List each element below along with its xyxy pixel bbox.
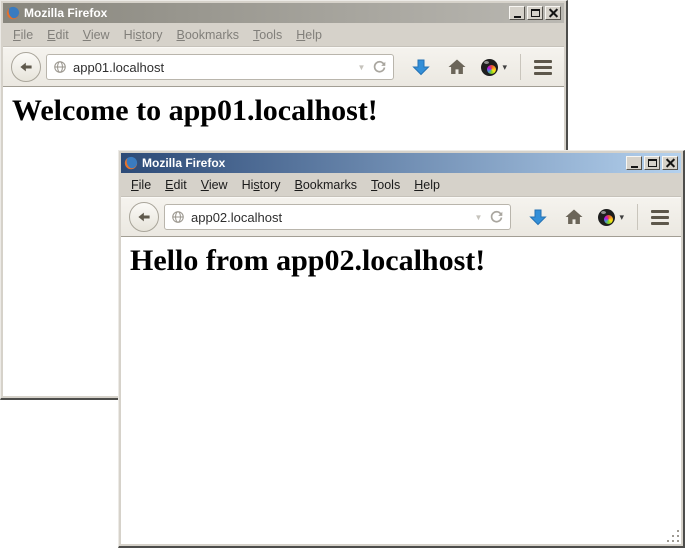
url-bar[interactable]: ▼ [164,204,511,230]
menu-file[interactable]: File [13,28,33,42]
close-button[interactable] [545,6,561,20]
maximize-icon [531,9,540,17]
window-controls [626,156,678,170]
desktop: Mozilla Firefox File Edit View History B… [0,0,688,551]
back-arrow-icon [18,59,34,75]
title-bar[interactable]: Mozilla Firefox [3,3,564,23]
maximize-button[interactable] [527,6,543,20]
back-button[interactable] [129,202,159,232]
toolbar-separator [637,204,638,230]
menu-help[interactable]: Help [414,178,440,192]
resize-grip[interactable] [667,530,681,544]
title-bar[interactable]: Mozilla Firefox [121,153,681,173]
menu-tools[interactable]: Tools [253,28,282,42]
url-input[interactable] [73,60,354,75]
maximize-icon [648,159,657,167]
minimize-icon [514,16,521,18]
caret-down-icon: ▾ [502,62,507,73]
close-icon [666,159,675,168]
download-icon[interactable] [411,57,431,77]
page-content: Hello from app02.localhost! [121,237,681,544]
menu-file[interactable]: File [131,178,151,192]
url-dropdown-icon[interactable]: ▼ [358,63,366,72]
firefox-window-app02: Mozilla Firefox File Edit View History B… [118,150,685,548]
close-button[interactable] [662,156,678,170]
firefox-icon [6,6,20,20]
window-title: Mozilla Firefox [24,6,509,20]
lens-icon [598,209,615,226]
menu-view[interactable]: View [201,178,228,192]
minimize-button[interactable] [509,6,525,20]
menu-bookmarks[interactable]: Bookmarks [295,178,358,192]
close-icon [549,9,558,18]
site-identity-globe-icon[interactable] [171,210,185,224]
menu-view[interactable]: View [83,28,110,42]
url-dropdown-icon[interactable]: ▼ [475,213,483,222]
page-heading: Welcome to app01.localhost! [3,87,564,128]
back-button[interactable] [11,52,41,82]
menu-history[interactable]: History [242,178,281,192]
firefox-icon [124,156,138,170]
navigation-toolbar: ▼ ▾ [121,197,681,237]
minimize-button[interactable] [626,156,642,170]
extension-button[interactable]: ▾ [598,209,624,226]
menu-tools[interactable]: Tools [371,178,400,192]
hamburger-menu-icon[interactable] [534,60,552,75]
home-icon[interactable] [447,57,467,77]
menu-history[interactable]: History [124,28,163,42]
download-icon[interactable] [528,207,548,227]
maximize-button[interactable] [644,156,660,170]
toolbar-separator [520,54,521,80]
navigation-toolbar: ▼ ▾ [3,47,564,87]
menu-bar: File Edit View History Bookmarks Tools H… [3,23,564,47]
url-input[interactable] [191,210,471,225]
page-heading: Hello from app02.localhost! [121,237,681,278]
menu-edit[interactable]: Edit [47,28,69,42]
window-controls [509,6,561,20]
minimize-icon [631,166,638,168]
home-icon[interactable] [564,207,584,227]
menu-bookmarks[interactable]: Bookmarks [177,28,240,42]
menu-edit[interactable]: Edit [165,178,187,192]
back-arrow-icon [136,209,152,225]
lens-icon [481,59,498,76]
window-title: Mozilla Firefox [142,156,626,170]
caret-down-icon: ▾ [619,212,624,223]
menu-bar: File Edit View History Bookmarks Tools H… [121,173,681,197]
site-identity-globe-icon[interactable] [53,60,67,74]
reload-icon[interactable] [489,210,504,225]
hamburger-menu-icon[interactable] [651,210,669,225]
extension-button[interactable]: ▾ [481,59,507,76]
url-bar[interactable]: ▼ [46,54,394,80]
reload-icon[interactable] [372,60,387,75]
menu-help[interactable]: Help [296,28,322,42]
